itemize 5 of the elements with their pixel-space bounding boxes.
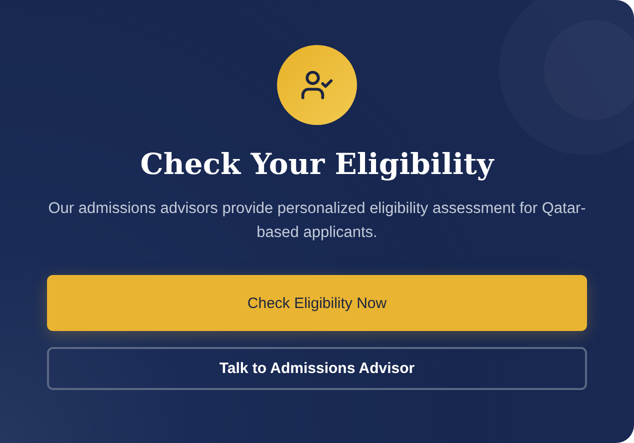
- talk-to-advisor-button[interactable]: Talk to Admissions Advisor: [47, 347, 587, 390]
- check-eligibility-button[interactable]: Check Eligibility Now: [47, 275, 587, 331]
- user-check-icon: [300, 68, 334, 102]
- card-description: Our admissions advisors provide personalized eligibility assessment for Qatar-based applicants.: [47, 199, 587, 243]
- card-title: Check Your Eligibility: [140, 147, 494, 181]
